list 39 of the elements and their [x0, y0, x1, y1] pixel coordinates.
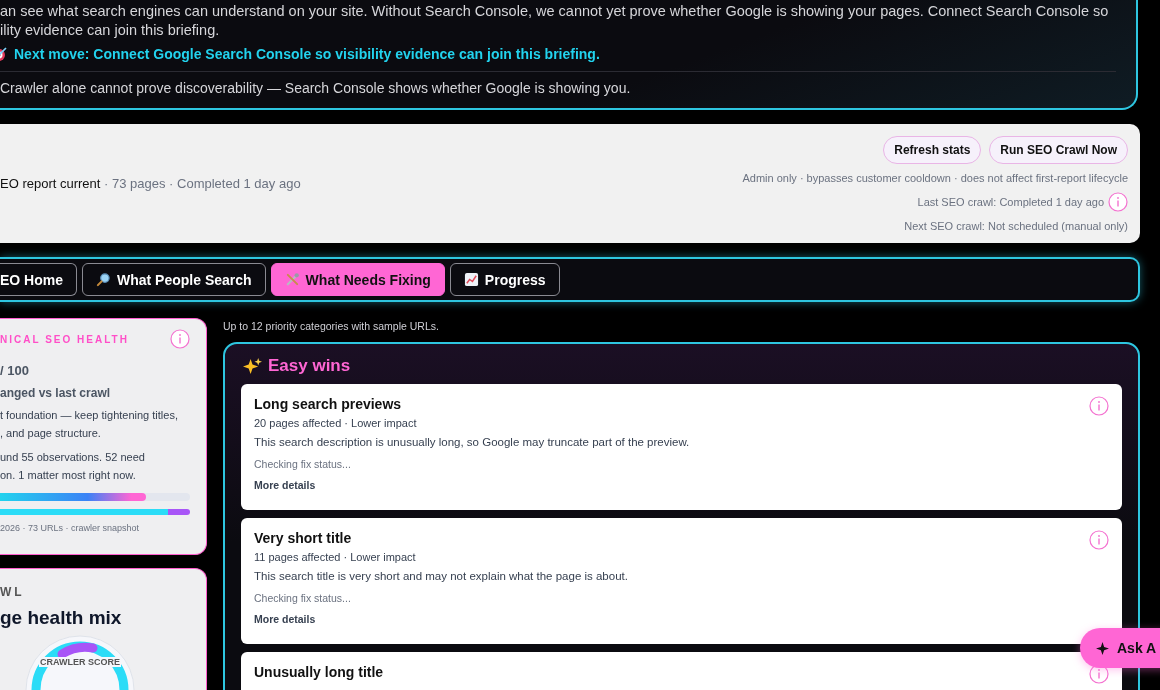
issue-title: Unusually long title	[254, 664, 384, 680]
tab[interactable]: Progress	[449, 263, 560, 296]
group-title: Easy wins	[268, 356, 351, 376]
score-text: / 100	[0, 363, 30, 378]
fixes-note: Up to 12 priority categories with sample URLs.	[223, 320, 440, 332]
observation-line: und 55 observations. 52 need	[0, 450, 146, 465]
next-crawl-text: Next SEO crawl: Not scheduled (manual only)	[904, 219, 1128, 232]
issue-description: This search description is unusually long, so Google may truncate part of the preview.	[254, 436, 690, 448]
briefing-text: ility evidence can join this briefing.	[0, 21, 221, 40]
tab[interactable]: What People Search	[82, 263, 266, 296]
last-crawl-text: Last SEO crawl: Completed 1 day ago	[917, 195, 1104, 208]
issue-description: This search title is very short and may not explain what the page is about.	[254, 570, 628, 582]
action-button[interactable]: Refresh stats	[883, 135, 982, 164]
more-details-link[interactable]: More details	[254, 613, 628, 625]
issue-meta: 11 pages affected · Lower impact	[254, 551, 417, 563]
tab[interactable]: What Needs Fixing	[270, 263, 445, 296]
fix-status: Checking fix status...	[254, 592, 352, 604]
change-text: anged vs last crawl	[0, 386, 112, 400]
summary-line: t foundation — keep tightening titles,	[0, 408, 179, 423]
summary-line: , and page structure.	[0, 426, 102, 441]
action-button[interactable]: Run SEO Crawl Now	[989, 135, 1128, 164]
issue-title: Long search previews	[254, 396, 403, 412]
report-status-text: EO report current · 73 pages · Completed 1 day ago	[0, 176, 301, 191]
card-eyebrow: WL	[0, 585, 26, 599]
next-move-text: Next move: Connect Google Search Console so visibility evidence can join this briefing.	[14, 46, 600, 62]
admin-note: Admin only · bypasses customer cooldown · does not affect first-report lifecycle	[742, 171, 1128, 184]
tab[interactable]: EO Home	[0, 263, 77, 296]
more-details-link[interactable]: More details	[254, 479, 690, 491]
briefing-text: an see what search engines can understand on your site. Without Search Console, we cannot yet prove whether Google is showing your pages. Connect Search Console so	[0, 2, 1110, 21]
briefing-footnote: Crawler alone cannot prove discoverability — Search Console shows whether Google is showing you.	[0, 80, 632, 96]
snapshot-text: 2026 · 73 URLs · crawler snapshot	[0, 523, 141, 533]
card-title: ge health mix	[0, 607, 123, 629]
issue-title: Very short title	[254, 530, 353, 546]
card-eyebrow: NICAL SEO HEALTH	[0, 333, 129, 345]
gauge-label: CRAWLER SCORE	[39, 657, 121, 667]
issue-meta: 20 pages affected · Lower impact	[254, 417, 418, 429]
observation-line: on. 1 matter most right now.	[0, 468, 137, 483]
fix-status: Checking fix status...	[254, 458, 352, 470]
ask-ai-button[interactable]: Ask A	[1080, 628, 1160, 668]
